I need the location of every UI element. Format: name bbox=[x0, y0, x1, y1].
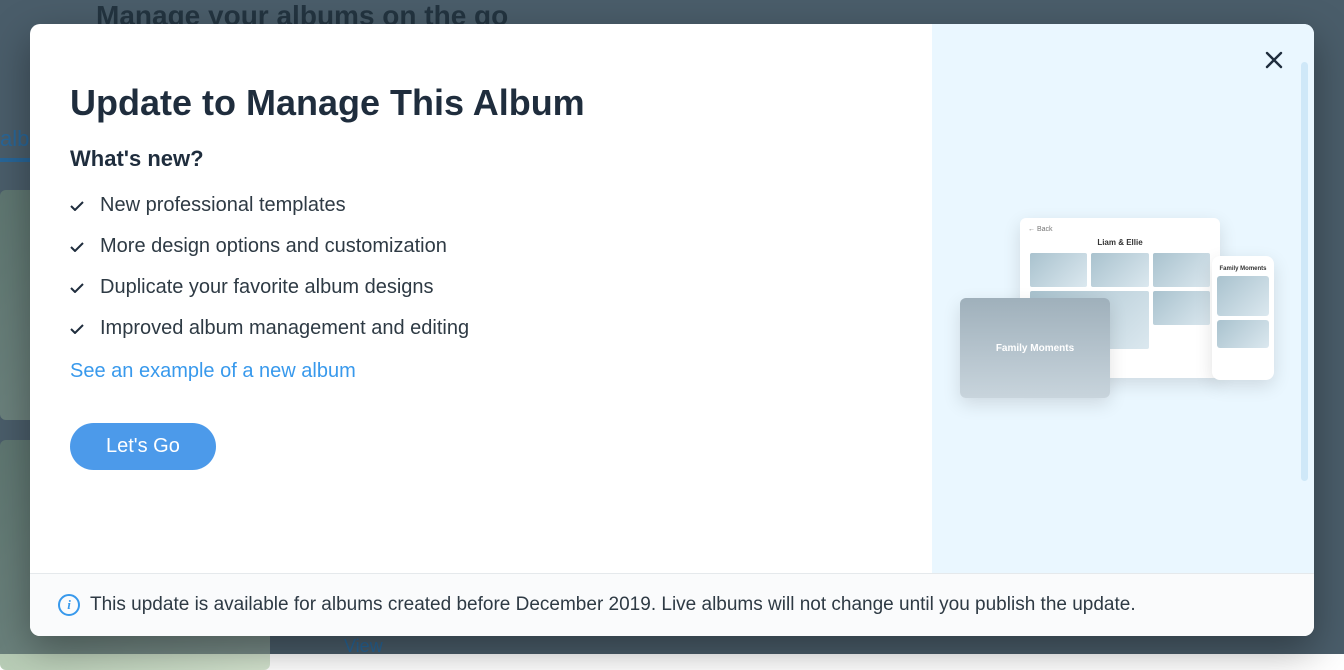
example-link[interactable]: See an example of a new album bbox=[70, 360, 356, 383]
feature-text: New professional templates bbox=[100, 194, 346, 217]
preview-phone-title: Family Moments bbox=[1217, 266, 1269, 272]
preview-back-label: ← Back bbox=[1028, 226, 1053, 233]
check-icon bbox=[70, 201, 84, 211]
feature-text: Improved album management and editing bbox=[100, 317, 469, 340]
modal-footer: i This update is available for albums cr… bbox=[30, 573, 1314, 636]
close-button[interactable] bbox=[1260, 46, 1288, 74]
preview-grid-title: Liam & Ellie bbox=[1030, 238, 1210, 247]
preview-hero-card: Family Moments bbox=[960, 298, 1110, 398]
info-icon: i bbox=[58, 594, 80, 616]
preview-illustration: ← Back Liam & Ellie Family Moments Famil… bbox=[960, 218, 1268, 408]
feature-item: Duplicate your favorite album designs bbox=[70, 276, 892, 299]
lets-go-button[interactable]: Let's Go bbox=[70, 423, 216, 470]
modal-subtitle: What's new? bbox=[70, 146, 892, 172]
feature-text: More design options and customization bbox=[100, 235, 447, 258]
check-icon bbox=[70, 283, 84, 293]
feature-item: New professional templates bbox=[70, 194, 892, 217]
modal-left-panel: Update to Manage This Album What's new? … bbox=[30, 24, 932, 573]
scrollbar[interactable] bbox=[1301, 62, 1308, 481]
preview-hero-label: Family Moments bbox=[996, 343, 1074, 354]
modal-body: Update to Manage This Album What's new? … bbox=[30, 24, 1314, 573]
feature-item: Improved album management and editing bbox=[70, 317, 892, 340]
update-modal: Update to Manage This Album What's new? … bbox=[30, 24, 1314, 636]
modal-right-panel: ← Back Liam & Ellie Family Moments Famil… bbox=[932, 24, 1314, 573]
footer-notice: This update is available for albums crea… bbox=[90, 594, 1136, 616]
preview-phone-card: Family Moments bbox=[1212, 256, 1274, 380]
close-icon bbox=[1265, 51, 1283, 69]
feature-item: More design options and customization bbox=[70, 235, 892, 258]
modal-title: Update to Manage This Album bbox=[70, 82, 892, 124]
check-icon bbox=[70, 324, 84, 334]
check-icon bbox=[70, 242, 84, 252]
feature-text: Duplicate your favorite album designs bbox=[100, 276, 434, 299]
feature-list: New professional templates More design o… bbox=[70, 194, 892, 340]
